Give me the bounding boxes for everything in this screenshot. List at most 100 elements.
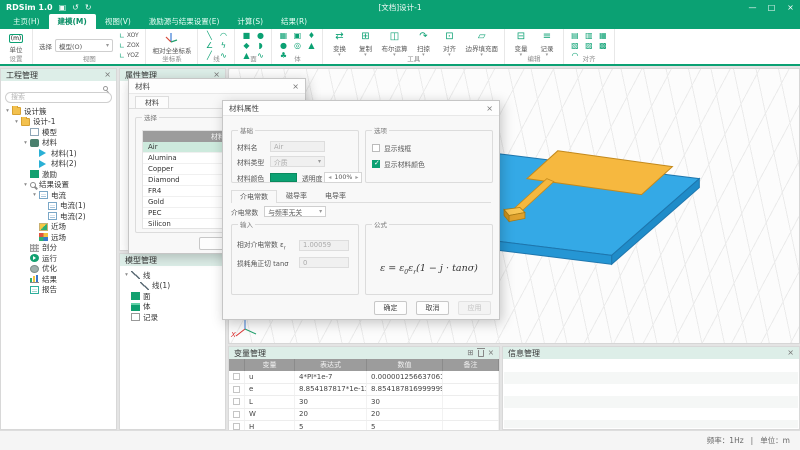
material-type-select[interactable]: 介质 ▾	[270, 156, 325, 167]
sphere-solid-icon[interactable]: ●	[278, 41, 288, 50]
menu-tab-2[interactable]: 建模(M)	[49, 14, 96, 29]
row-checkbox[interactable]	[233, 386, 240, 393]
expander-icon[interactable]: ▾	[22, 140, 29, 146]
frequency-dependence-select[interactable]: 与频率无关 ▾	[264, 206, 326, 217]
row-checkbox[interactable]	[233, 373, 240, 380]
save-icon[interactable]: ▣	[59, 3, 67, 12]
matprops-dialog-titlebar[interactable]: 材料属性 ×	[223, 101, 499, 116]
torus-solid-icon[interactable]: ◎	[292, 41, 302, 50]
add-variable-icon[interactable]: ⊞	[467, 349, 473, 357]
property-tab-3[interactable]: 电导率	[316, 189, 355, 202]
align-top-icon[interactable]: ▧	[570, 41, 580, 50]
project-tree-item[interactable]: 优化	[1, 264, 116, 275]
align-middle-icon[interactable]: ▨	[584, 41, 594, 50]
variable-row[interactable]: L3030	[229, 396, 499, 409]
row-checkbox[interactable]	[233, 398, 240, 405]
material-color-option[interactable]: 显示材料颜色	[372, 159, 425, 169]
expander-icon[interactable]: ▾	[123, 272, 130, 278]
search-input[interactable]	[5, 92, 112, 103]
unit-button[interactable]: (m)单位	[6, 33, 26, 54]
close-icon[interactable]: ×	[486, 104, 493, 113]
project-tree-item[interactable]: 材料(1)	[1, 148, 116, 159]
model-tree-item[interactable]: 线(1)	[120, 281, 225, 292]
project-tree-item[interactable]: 模型	[1, 127, 116, 138]
expander-icon[interactable]: ▾	[31, 192, 38, 198]
align-left-icon[interactable]: ▤	[570, 31, 580, 40]
stepper-left-icon[interactable]: ◂	[328, 174, 331, 181]
ok-button[interactable]: 确定	[374, 301, 407, 315]
property-tab-2[interactable]: 磁导率	[277, 189, 316, 202]
property-tab-1[interactable]: 介电常数	[231, 190, 277, 203]
cube-solid-icon[interactable]: ▣	[292, 31, 302, 40]
project-tree-item[interactable]: 结果	[1, 274, 116, 285]
project-tree-item[interactable]: 电流(1)	[1, 201, 116, 212]
cancel-button[interactable]: 取消	[416, 301, 449, 315]
redo-icon[interactable]: ↻	[85, 3, 92, 12]
model-tree-item[interactable]: 面	[120, 291, 225, 302]
menu-tab-5[interactable]: 计算(S)	[228, 14, 272, 29]
zigzag-icon[interactable]: ϟ	[218, 41, 228, 50]
variable-row[interactable]: e8.854187817*1e-128.854187816999999e-...	[229, 384, 499, 397]
materials-tab[interactable]: 材料	[135, 96, 169, 108]
material-name-field[interactable]: Air	[270, 141, 325, 152]
project-tree-item[interactable]: 材料(2)	[1, 159, 116, 170]
align-bottom-icon[interactable]: ▩	[598, 41, 608, 50]
project-tree-item[interactable]: 运行	[1, 253, 116, 264]
tangent-field[interactable]: 0	[299, 257, 349, 268]
variable-row[interactable]: W2020	[229, 409, 499, 422]
close-icon[interactable]: ×	[488, 349, 494, 357]
menu-tab-6[interactable]: 结果(R)	[272, 14, 316, 29]
model-select[interactable]: 模型(O)▾	[55, 39, 113, 52]
project-tree-item[interactable]: ▾电流	[1, 190, 116, 201]
project-tree-item[interactable]: 报告	[1, 285, 116, 296]
circle-face-icon[interactable]: ●	[255, 31, 265, 40]
menu-tab-3[interactable]: 视图(V)	[96, 14, 140, 29]
maximize-button[interactable]: □	[762, 0, 781, 14]
plane-button-xoy[interactable]: ∟XOY	[119, 31, 139, 40]
show-material-color-checkbox[interactable]	[372, 160, 380, 168]
epsilon-field[interactable]: 1.00059	[299, 240, 349, 251]
apply-button[interactable]: 应用	[458, 301, 491, 315]
close-button[interactable]: ×	[781, 0, 800, 14]
cone-solid-icon[interactable]: ▲	[306, 41, 316, 50]
close-icon[interactable]: ×	[104, 71, 111, 79]
rectangle-face-icon[interactable]: ■	[241, 31, 251, 40]
undo-icon[interactable]: ↺	[72, 3, 79, 12]
polyline-icon[interactable]: ∠	[204, 41, 214, 50]
project-tree-item[interactable]: ▾材料	[1, 138, 116, 149]
ellipse-face-icon[interactable]: ◗	[255, 41, 265, 50]
box-solid-icon[interactable]: ▦	[278, 31, 288, 40]
expander-icon[interactable]: ▾	[4, 108, 11, 114]
row-checkbox[interactable]	[233, 411, 240, 418]
project-tree-item[interactable]: ▾设计簇	[1, 106, 116, 117]
project-tree-item[interactable]: 远场	[1, 232, 116, 243]
align-center-icon[interactable]: ▥	[584, 31, 594, 40]
prism-solid-icon[interactable]: ♦	[306, 31, 316, 40]
model-tree-item[interactable]: 记录	[120, 312, 225, 323]
project-tree-item[interactable]: 近场	[1, 222, 116, 233]
align-right-icon[interactable]: ▦	[598, 31, 608, 40]
line-icon[interactable]: ╲	[204, 31, 214, 40]
project-tree-item[interactable]: 电流(2)	[1, 211, 116, 222]
variable-row[interactable]: u4*PI*1e-70.00000125663706143...	[229, 371, 499, 384]
expander-icon[interactable]: ▾	[13, 119, 20, 125]
menu-tab-1[interactable]: 主页(H)	[4, 14, 49, 29]
wireframe-option[interactable]: 显示线框	[372, 143, 411, 153]
project-tree-item[interactable]: ▾设计-1	[1, 117, 116, 128]
material-color-swatch[interactable]	[270, 173, 297, 182]
delete-variable-icon[interactable]	[478, 350, 484, 357]
relative-global-cs-button[interactable]: 相对全坐标系	[152, 32, 191, 55]
close-icon[interactable]: ×	[787, 349, 794, 357]
project-tree-item[interactable]: 激励	[1, 169, 116, 180]
minimize-button[interactable]: —	[743, 0, 762, 14]
expander-icon[interactable]: ▾	[22, 182, 29, 188]
model-tree-item[interactable]: 体	[120, 302, 225, 313]
diamond-face-icon[interactable]: ◆	[241, 41, 251, 50]
model-tree-item[interactable]: ▾线	[120, 270, 225, 281]
stepper-right-icon[interactable]: ▸	[355, 174, 358, 181]
materials-dialog-titlebar[interactable]: 材料 ×	[129, 79, 305, 94]
arc-icon[interactable]: ◠	[218, 31, 228, 40]
project-tree-item[interactable]: ▾结果设置	[1, 180, 116, 191]
project-tree-item[interactable]: 剖分	[1, 243, 116, 254]
opacity-stepper[interactable]: ◂ 100% ▸	[324, 172, 362, 183]
